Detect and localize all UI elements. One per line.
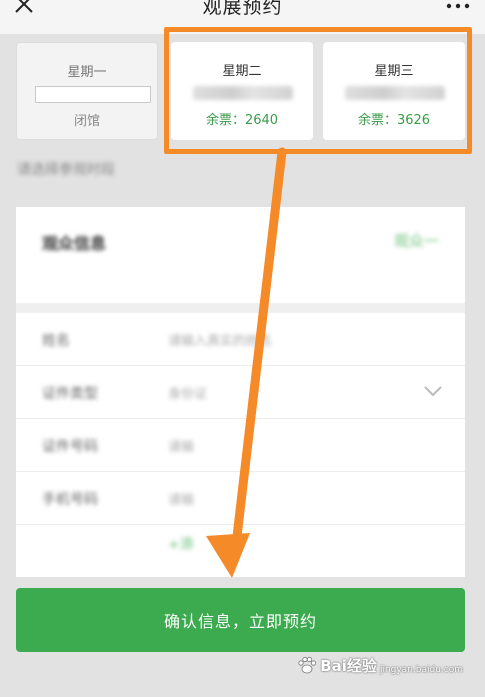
phone-label: 手机号码 bbox=[42, 492, 98, 508]
form-title: 观众信息 bbox=[42, 234, 107, 253]
phone-row[interactable]: 手机号码 请输 bbox=[16, 472, 465, 525]
visitor-tab[interactable]: 观众一 bbox=[394, 230, 439, 251]
weekday-label: 星期一 bbox=[67, 65, 107, 80]
id-type-row[interactable]: 证件类型 身份证 bbox=[16, 366, 465, 419]
id-type-select[interactable]: 身份证 bbox=[168, 383, 207, 402]
add-visitor-link[interactable]: +添 bbox=[168, 534, 194, 554]
name-row[interactable]: 姓名 请输入真实的姓名 bbox=[16, 313, 465, 366]
highlight-box bbox=[164, 27, 472, 154]
confirm-booking-button[interactable]: 确认信息，立即预约 bbox=[16, 588, 465, 652]
id-number-input[interactable]: 请输 bbox=[168, 436, 194, 455]
id-type-label: 证件类型 bbox=[42, 386, 98, 402]
day-card-monday: 星期一 闭馆 bbox=[16, 42, 158, 140]
divider bbox=[16, 303, 465, 313]
baidu-watermark: Bai经验 jingyan.baidu.com bbox=[297, 650, 463, 680]
time-slot-hint: 请选择参观时段 bbox=[17, 162, 115, 178]
chevron-down-icon[interactable] bbox=[423, 384, 443, 398]
visitor-info-card: 观众信息 观众一 姓名 请输入真实的姓名 证件类型 身份证 证件号码 请输 手机… bbox=[16, 207, 465, 577]
watermark-text: Bai经验 bbox=[320, 656, 377, 675]
closed-label: 闭馆 bbox=[73, 114, 100, 129]
page-title: 观展预约 bbox=[202, 0, 283, 18]
name-input[interactable]: 请输入真实的姓名 bbox=[168, 330, 272, 349]
id-number-label: 证件号码 bbox=[42, 439, 98, 455]
form-header: 观众信息 观众一 bbox=[16, 207, 465, 303]
name-label: 姓名 bbox=[42, 333, 70, 349]
date-redacted bbox=[35, 86, 151, 103]
more-icon[interactable] bbox=[445, 2, 471, 10]
phone-input[interactable]: 请输 bbox=[168, 489, 194, 508]
id-number-row[interactable]: 证件号码 请输 bbox=[16, 419, 465, 472]
watermark-sub: jingyan.baidu.com bbox=[379, 665, 463, 675]
paw-icon bbox=[298, 656, 317, 674]
